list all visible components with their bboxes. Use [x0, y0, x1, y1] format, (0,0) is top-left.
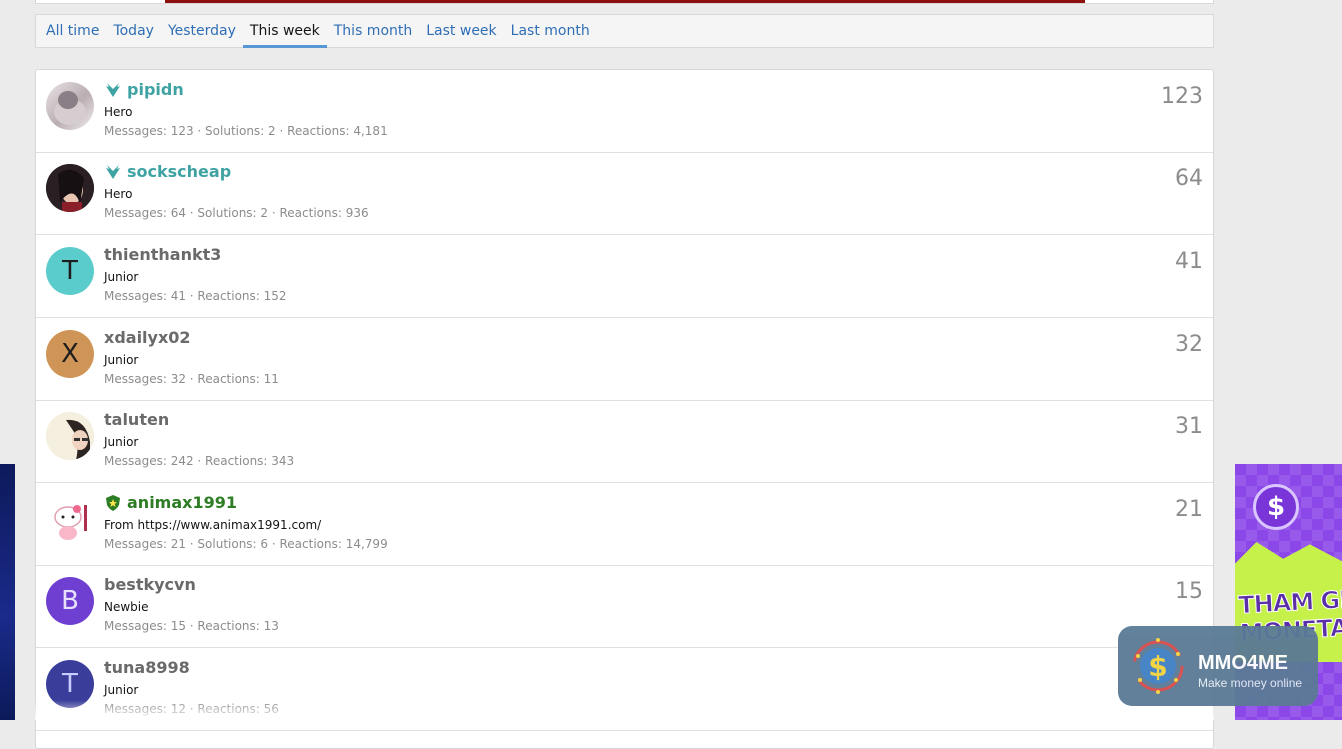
tab-yesterday[interactable]: Yesterday	[161, 15, 243, 47]
avatar[interactable]: B	[46, 577, 94, 625]
dollar-icon: $	[1253, 484, 1299, 530]
user-stats: Messages: 41 · Reactions: 152	[104, 289, 287, 303]
user-stats: Messages: 32 · Reactions: 11	[104, 372, 279, 386]
logo-name: MMO4ME	[1198, 652, 1288, 674]
user-title: Hero	[104, 105, 133, 119]
user-stats: Messages: 64 · Solutions: 2 · Reactions:…	[104, 206, 369, 220]
user-stats: Messages: 21 · Solutions: 6 · Reactions:…	[104, 537, 388, 551]
username-link[interactable]: taluten	[104, 410, 169, 429]
period-tabs: All time Today Yesterday This week This …	[35, 14, 1214, 48]
message-count: 123	[1161, 84, 1203, 109]
user-stats: Messages: 12 · Reactions: 56	[104, 702, 279, 716]
tab-all-time[interactable]: All time	[39, 15, 106, 47]
top-banner-strip	[165, 0, 1085, 3]
message-count: 32	[1175, 332, 1203, 357]
user-title: Newbie	[104, 600, 149, 614]
tab-last-month[interactable]: Last month	[504, 15, 597, 47]
tab-this-month[interactable]: This month	[327, 15, 420, 47]
member-row: B bestkycvn Newbie Messages: 15 · Reacti…	[36, 565, 1213, 648]
message-count: 15	[1175, 579, 1203, 604]
tab-this-week[interactable]: This week	[242, 15, 327, 48]
user-title: Junior	[104, 353, 139, 367]
user-title: Junior	[104, 683, 139, 697]
message-count: 64	[1175, 166, 1203, 191]
username-link[interactable]: tuna8998	[104, 658, 190, 677]
username-link[interactable]: sockscheap	[127, 162, 231, 181]
member-row: pipidn Hero Messages: 123 · Solutions: 2…	[36, 70, 1213, 153]
user-title: From https://www.animax1991.com/	[104, 518, 322, 532]
avatar[interactable]: X	[46, 330, 94, 378]
member-row: taluten Junior Messages: 242 · Reactions…	[36, 400, 1213, 483]
message-count: 41	[1175, 249, 1203, 274]
avatar[interactable]	[46, 495, 94, 543]
avatar-letter: T	[62, 669, 78, 699]
member-row: X xdailyx02 Junior Messages: 32 · Reacti…	[36, 318, 1213, 401]
member-row: sockscheap Hero Messages: 64 · Solutions…	[36, 152, 1213, 235]
avatar-letter: B	[61, 586, 79, 616]
avatar[interactable]	[46, 82, 94, 130]
username-link[interactable]: pipidn	[127, 80, 184, 99]
member-list: pipidn Hero Messages: 123 · Solutions: 2…	[35, 69, 1214, 749]
tab-last-week[interactable]: Last week	[419, 15, 503, 47]
user-title: Hero	[104, 187, 133, 201]
message-count: 21	[1175, 497, 1203, 522]
tab-today[interactable]: Today	[106, 15, 161, 47]
svg-text:$: $	[1148, 650, 1167, 683]
member-row: animax1991 From https://www.animax1991.c…	[36, 483, 1213, 566]
user-title: Junior	[104, 270, 139, 284]
avatar[interactable]: T	[46, 660, 94, 708]
username-link[interactable]: animax1991	[127, 493, 237, 512]
message-count: 31	[1175, 414, 1203, 439]
logo-dollar-icon: $	[1132, 638, 1184, 694]
wings-icon	[104, 163, 122, 181]
mmo4me-logo[interactable]: $ MMO4ME Make money online	[1118, 626, 1318, 706]
avatar[interactable]: T	[46, 247, 94, 295]
wings-icon	[104, 81, 122, 99]
user-stats: Messages: 123 · Solutions: 2 · Reactions…	[104, 124, 388, 138]
member-row: T thienthankt3 Junior Messages: 41 · Rea…	[36, 235, 1213, 318]
avatar-letter: X	[61, 339, 79, 369]
shield-star-icon	[104, 494, 122, 512]
user-stats: Messages: 242 · Reactions: 343	[104, 454, 295, 468]
username-link[interactable]: xdailyx02	[104, 328, 191, 347]
avatar[interactable]	[46, 412, 94, 460]
username-link[interactable]: bestkycvn	[104, 575, 196, 594]
user-stats: Messages: 15 · Reactions: 13	[104, 619, 279, 633]
logo-tagline: Make money online	[1198, 676, 1303, 690]
member-row: T tuna8998 Junior Messages: 12 · Reactio…	[36, 648, 1213, 731]
username-link[interactable]: thienthankt3	[104, 245, 221, 264]
left-ad-banner[interactable]	[0, 464, 15, 720]
user-title: Junior	[104, 435, 139, 449]
avatar[interactable]	[46, 164, 94, 212]
avatar-letter: T	[62, 256, 78, 286]
